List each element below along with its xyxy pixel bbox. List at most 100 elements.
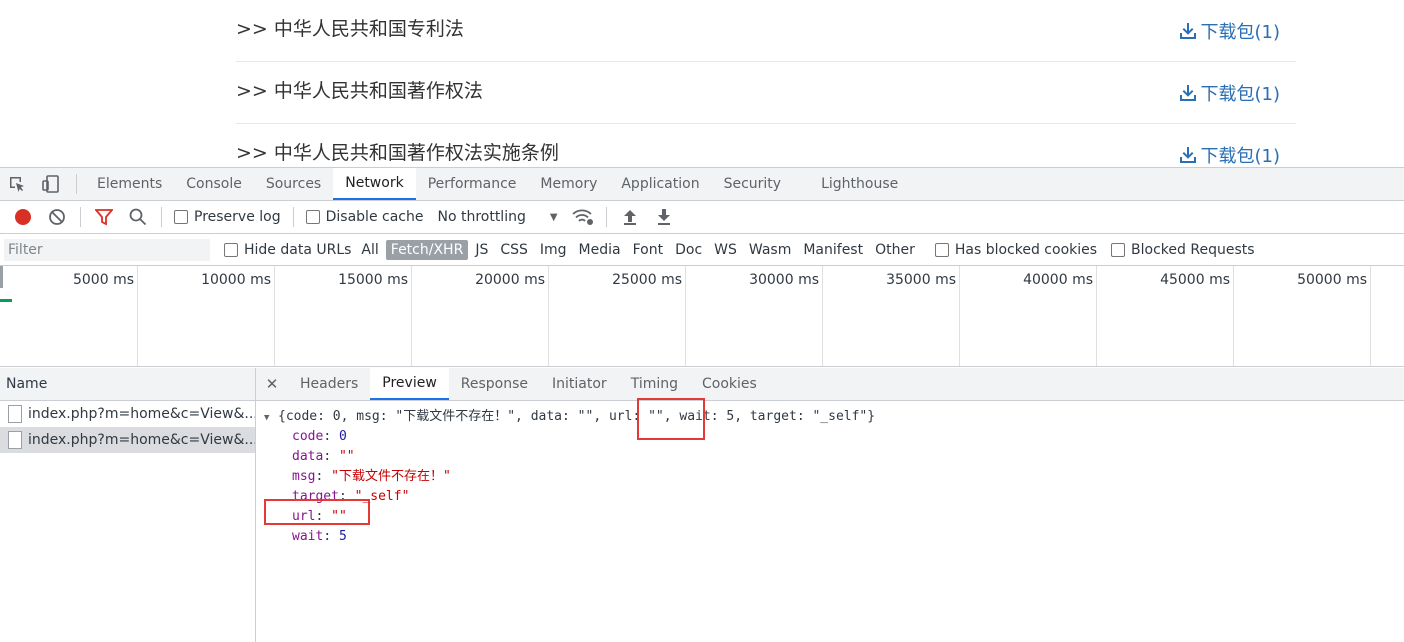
tab-headers[interactable]: Headers [288, 368, 370, 400]
json-value: "" [338, 449, 355, 464]
filter-type-fetch-xhr[interactable]: Fetch/XHR [385, 239, 469, 260]
network-overview-timeline[interactable]: 5000 ms 10000 ms 15000 ms 20000 ms 25000… [0, 266, 1404, 367]
timeline-handle[interactable] [0, 266, 3, 288]
timeline-label: 50000 ms [1297, 272, 1367, 288]
preserve-log-checkbox[interactable]: Preserve log [170, 209, 285, 225]
filter-type-manifest[interactable]: Manifest [798, 240, 868, 260]
divider [80, 207, 81, 227]
law-title-link[interactable]: >> 中华人民共和国著作权法 [236, 76, 483, 103]
checkbox-box[interactable] [224, 242, 238, 257]
checkbox-label: Preserve log [194, 209, 281, 225]
clear-icon [49, 209, 65, 225]
json-value: "下载文件不存在！" [331, 469, 451, 484]
wifi-settings-icon [571, 209, 593, 225]
request-row[interactable]: index.php?m=home&c=View&... [0, 401, 255, 427]
timeline-label: 30000 ms [749, 272, 819, 288]
tab-cookies[interactable]: Cookies [690, 368, 769, 400]
filter-type-wasm[interactable]: Wasm [744, 240, 796, 260]
timeline-gridline [1096, 266, 1097, 366]
tab-initiator[interactable]: Initiator [540, 368, 619, 400]
tab-application[interactable]: Application [609, 168, 711, 200]
checkbox-label: Disable cache [325, 209, 424, 225]
clear-button[interactable] [42, 204, 72, 230]
filter-type-other[interactable]: Other [870, 240, 920, 260]
tab-lighthouse[interactable]: Lighthouse [793, 168, 910, 200]
tab-elements[interactable]: Elements [85, 168, 174, 200]
law-title-link[interactable]: >> 中华人民共和国著作权法实施条例 [236, 138, 559, 165]
download-label: 下载包(1) [1200, 22, 1281, 43]
checkbox-box[interactable] [934, 242, 949, 257]
tab-network[interactable]: Network [333, 168, 416, 200]
timeline-gridline [274, 266, 275, 366]
blocked-requests-checkbox[interactable]: Blocked Requests [1107, 242, 1258, 258]
filter-type-js[interactable]: JS [470, 240, 493, 260]
json-root-row[interactable]: ▼ {code: 0, msg: "下载文件不存在！", data: "", ur… [256, 407, 1404, 427]
throttling-select[interactable]: No throttling ▼ [431, 209, 563, 225]
tab-console[interactable]: Console [174, 168, 254, 200]
export-har-button[interactable] [649, 204, 679, 230]
devtools-tab-bar: Elements Console Sources Network Perform… [0, 168, 1404, 201]
expand-triangle-icon[interactable]: ▼ [264, 408, 278, 428]
tab-performance[interactable]: Performance [416, 168, 529, 200]
tab-timing[interactable]: Timing [619, 368, 690, 400]
network-split-view: Name index.php?m=home&c=View&... index.p… [0, 368, 1404, 642]
json-field-row: wait: 5 [292, 529, 347, 544]
devtools-panel: Elements Console Sources Network Perform… [0, 167, 1404, 642]
filter-type-doc[interactable]: Doc [670, 240, 707, 260]
device-toolbar-icon[interactable] [34, 168, 68, 200]
json-field-row: code: 0 [292, 429, 347, 444]
checkbox-box[interactable] [305, 210, 320, 224]
law-list-item: >> 中华人民共和国著作权法实施条例 下载包(1) [236, 124, 1296, 167]
tab-response[interactable]: Response [449, 368, 540, 400]
divider [76, 174, 77, 194]
timeline-gridline [685, 266, 686, 366]
divider [605, 207, 607, 227]
law-list-item: >> 中华人民共和国著作权法 下载包(1) [236, 62, 1296, 124]
download-link[interactable]: 下载包(1) [1179, 18, 1281, 44]
document-icon [8, 431, 22, 449]
json-key: msg [292, 469, 316, 484]
has-blocked-cookies-checkbox[interactable]: Has blocked cookies [931, 242, 1101, 258]
record-button[interactable] [8, 204, 38, 230]
name-column-header[interactable]: Name [0, 368, 255, 401]
request-row-selected[interactable]: index.php?m=home&c=View&... [0, 427, 255, 453]
search-button[interactable] [123, 204, 153, 230]
throttling-value: No throttling [437, 209, 526, 225]
filter-type-all[interactable]: All [356, 240, 383, 260]
tab-security[interactable]: Security [712, 168, 794, 200]
download-link[interactable]: 下载包(1) [1179, 142, 1280, 167]
filter-bar: Filter Hide data URLs All Fetch/XHR JS C… [0, 234, 1404, 266]
download-link[interactable]: 下载包(1) [1179, 80, 1280, 106]
request-name: index.php?m=home&c=View&... [28, 406, 255, 422]
filter-type-img[interactable]: Img [535, 240, 572, 260]
json-field-row: target: "_self" [292, 489, 410, 504]
tab-preview[interactable]: Preview [370, 368, 449, 400]
filter-type-ws[interactable]: WS [709, 240, 742, 260]
timeline-gridline [137, 266, 138, 366]
timeline-gridline [411, 266, 412, 366]
close-icon[interactable]: ✕ [256, 368, 288, 400]
hide-data-urls-checkbox[interactable]: Hide data URLs [220, 242, 355, 258]
json-value: 5 [338, 529, 347, 544]
law-title-link[interactable]: >> 中华人民共和国专利法 [236, 14, 464, 41]
timeline-label: 40000 ms [1023, 272, 1093, 288]
network-conditions-button[interactable] [568, 204, 598, 230]
filter-type-media[interactable]: Media [574, 240, 626, 260]
filter-type-css[interactable]: CSS [495, 240, 533, 260]
filter-type-font[interactable]: Font [628, 240, 668, 260]
checkbox-box[interactable] [1111, 242, 1126, 257]
tab-memory[interactable]: Memory [528, 168, 609, 200]
download-icon [1179, 147, 1196, 163]
search-icon [129, 208, 147, 226]
tab-sources[interactable]: Sources [254, 168, 333, 200]
inspect-element-icon[interactable] [0, 168, 34, 200]
filter-input[interactable]: Filter [4, 238, 210, 261]
divider [161, 207, 162, 227]
detail-tab-bar: ✕ Headers Preview Response Initiator Tim… [256, 368, 1404, 401]
request-list: Name index.php?m=home&c=View&... index.p… [0, 368, 256, 642]
disable-cache-checkbox[interactable]: Disable cache [302, 209, 428, 225]
filter-button[interactable] [89, 204, 119, 230]
timeline-label: 45000 ms [1160, 272, 1230, 288]
import-har-button[interactable] [615, 204, 645, 230]
checkbox-box[interactable] [174, 210, 188, 224]
